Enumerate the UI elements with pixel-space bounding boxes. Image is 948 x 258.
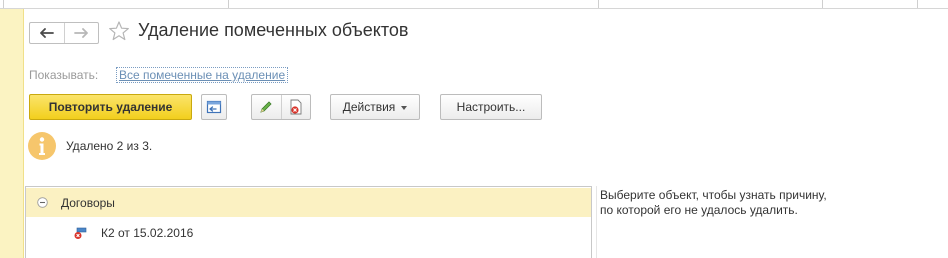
star-icon[interactable] <box>108 20 130 42</box>
panel-divider <box>596 186 597 258</box>
edit-mark-group <box>251 94 311 120</box>
tab-separator <box>598 0 599 8</box>
actions-menu-label: Действия <box>342 100 396 114</box>
arrow-right-icon <box>74 28 89 38</box>
mark-for-deletion-button[interactable] <box>280 95 311 119</box>
reason-hint-line-2: по которой его не удалось удалить. <box>600 203 798 217</box>
catalog-item-deleted-icon <box>74 227 87 239</box>
tab-separator <box>822 0 823 8</box>
tab-separator <box>917 0 918 8</box>
list-go-icon <box>206 100 222 114</box>
back-button[interactable] <box>30 23 64 43</box>
tree-item-label: К2 от 15.02.2016 <box>101 225 194 240</box>
reason-hint-line-1: Выберите объект, чтобы узнать причину, <box>600 188 827 202</box>
filter-select-link[interactable]: Все помеченные на удаление <box>116 67 289 83</box>
pencil-icon <box>260 101 272 113</box>
tree-group-label: Договоры <box>61 195 115 210</box>
collapse-icon[interactable] <box>37 197 48 208</box>
sidebar-edge <box>0 9 24 258</box>
arrow-left-icon <box>39 28 54 38</box>
info-icon <box>28 132 56 160</box>
result-message: Удалено 2 из 3. <box>66 139 153 153</box>
tree-item-row[interactable]: К2 от 15.02.2016 <box>26 218 591 247</box>
undeleted-objects-tree: Договоры К2 от 15.02.2016 <box>25 186 592 258</box>
tab-separator <box>228 0 229 8</box>
tab-separator <box>3 0 4 8</box>
reason-hint: Выберите объект, чтобы узнать причину, п… <box>600 188 900 218</box>
document-delete-icon <box>290 99 302 115</box>
to-object-list-button[interactable] <box>201 94 227 120</box>
actions-menu-button[interactable]: Действия <box>330 94 420 120</box>
edit-button[interactable] <box>252 95 281 119</box>
tree-group-row[interactable]: Договоры <box>26 188 591 217</box>
repeat-delete-button[interactable]: Повторить удаление <box>29 94 192 120</box>
history-navigation <box>29 22 99 44</box>
window-tab-strip <box>0 0 948 9</box>
page-title: Удаление помеченных объектов <box>138 20 409 40</box>
forward-button[interactable] <box>63 23 99 43</box>
settings-button[interactable]: Настроить... <box>440 94 542 120</box>
chevron-down-icon <box>401 106 408 110</box>
filter-label: Показывать: <box>29 68 99 82</box>
